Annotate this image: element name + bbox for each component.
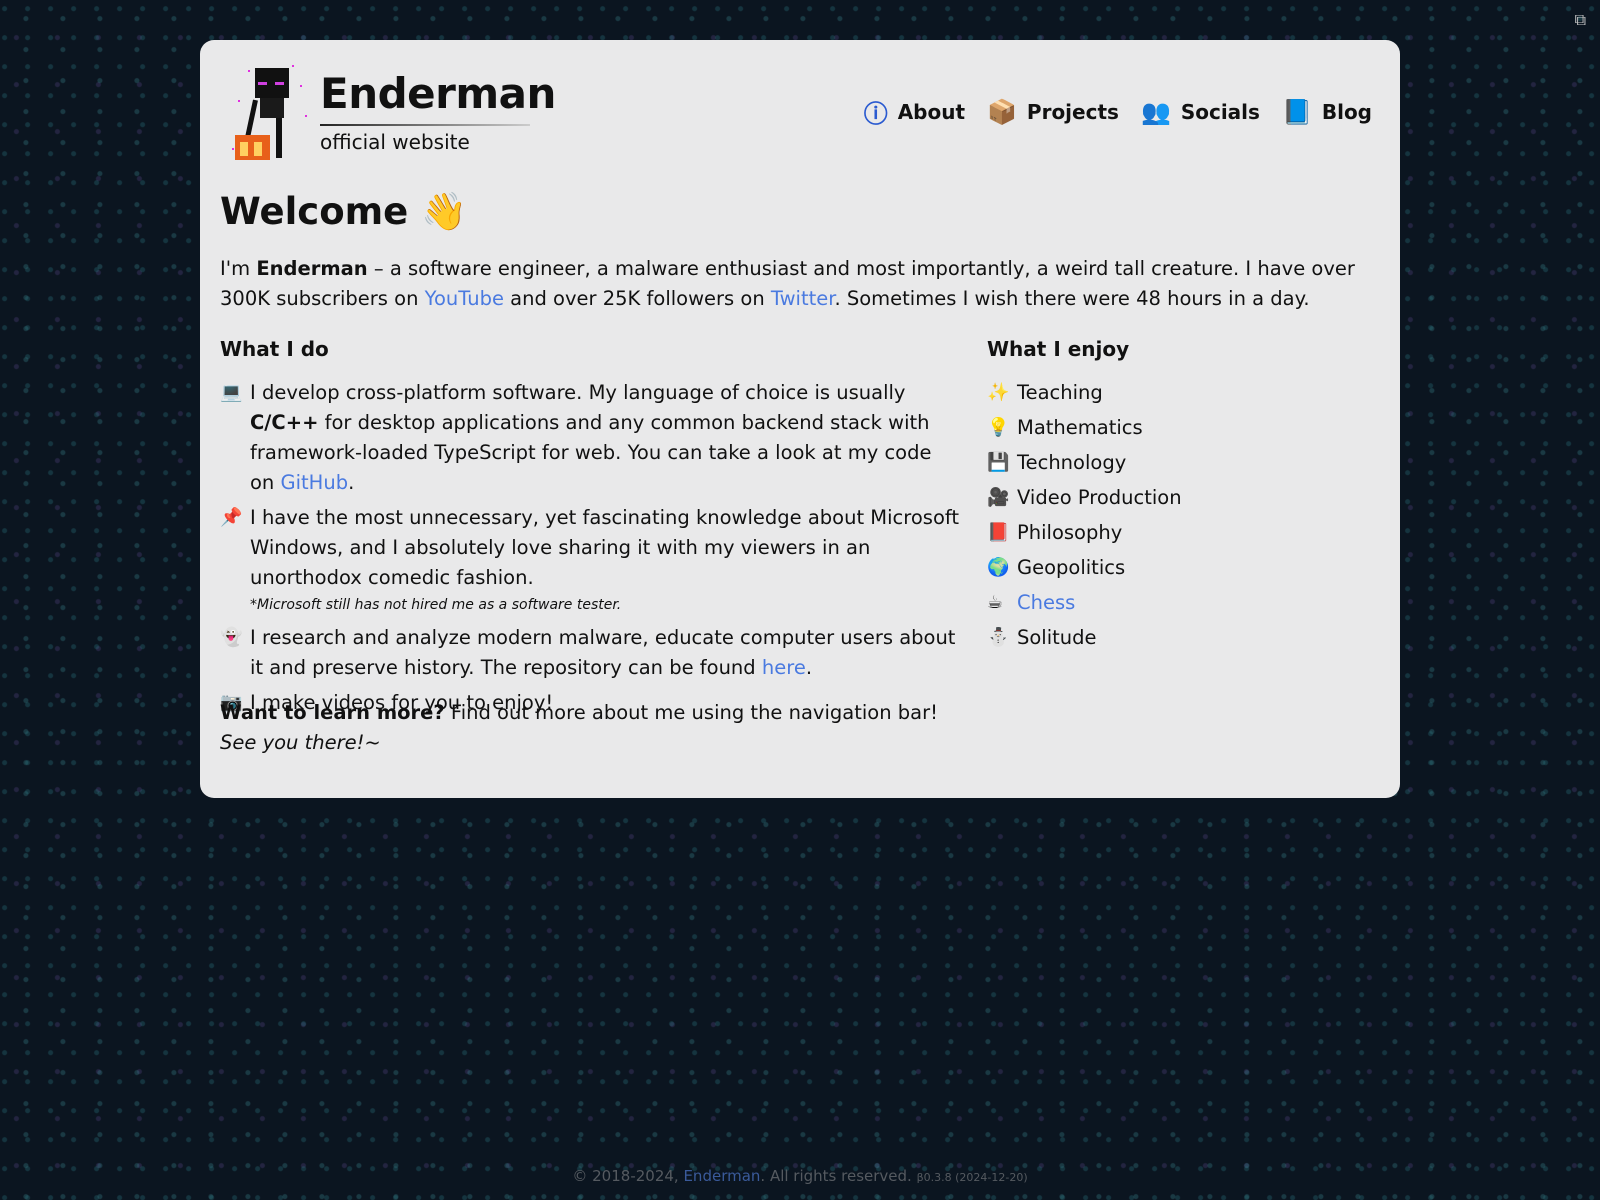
version: β0.3.8 (2024-12-20) bbox=[916, 1171, 1028, 1184]
people-icon: 👥 bbox=[1140, 97, 1171, 126]
twitter-link[interactable]: Twitter bbox=[771, 287, 835, 310]
nav-socials[interactable]: 👥 Socials bbox=[1141, 98, 1260, 126]
nav-about[interactable]: ⓘ About bbox=[864, 94, 965, 129]
t: . bbox=[805, 656, 813, 679]
enjoy-item: 📕 Philosophy bbox=[987, 518, 1367, 548]
waving-hand-icon: 👋 bbox=[421, 190, 468, 233]
site-title[interactable]: Enderman bbox=[320, 66, 556, 122]
footer-enderman-link[interactable]: Enderman bbox=[683, 1167, 760, 1185]
laptop-icon: 💻 bbox=[220, 382, 243, 403]
navigation-bar: ⓘ About 📦 Projects 👥 Socials 📘 Blog bbox=[864, 94, 1372, 129]
emoji-icon: 🌍 bbox=[987, 557, 1010, 578]
enjoy-item: 🌍 Geopolitics bbox=[987, 553, 1367, 583]
ghost-icon: 👻 bbox=[220, 627, 243, 648]
list-item: 📌 I have the most unnecessary, yet fascin… bbox=[220, 503, 960, 593]
enjoy-label: Teaching bbox=[1017, 381, 1103, 404]
emoji-icon: 🎥 bbox=[987, 487, 1010, 508]
outro-signoff: See you there!~ bbox=[220, 731, 381, 754]
t: I develop cross-platform software. My la… bbox=[250, 381, 906, 404]
enjoy-item: ✨ Teaching bbox=[987, 378, 1367, 408]
outro-text: Find out more about me using the navigat… bbox=[444, 701, 938, 724]
emoji-icon: ✨ bbox=[987, 382, 1010, 403]
t: I'm bbox=[220, 257, 257, 280]
emoji-icon: ⛄ bbox=[987, 627, 1010, 648]
title-divider bbox=[320, 124, 530, 126]
outro-bold: Want to learn more? bbox=[220, 701, 445, 724]
outro: Want to learn more? Find out more about … bbox=[220, 698, 938, 758]
nav-blog[interactable]: 📘 Blog bbox=[1282, 98, 1372, 126]
copyright: © 2018-2024, bbox=[572, 1167, 684, 1185]
emoji-icon: 💡 bbox=[987, 417, 1010, 438]
what-i-do-heading: What I do bbox=[220, 337, 329, 361]
enjoy-label: Mathematics bbox=[1017, 416, 1143, 439]
nav-projects[interactable]: 📦 Projects bbox=[987, 98, 1119, 126]
item-text: I have the most unnecessary, yet fascina… bbox=[250, 506, 960, 589]
welcome-heading: Welcome 👋 bbox=[220, 190, 467, 234]
pushpin-icon: 📌 bbox=[220, 507, 243, 528]
emoji-icon: 📕 bbox=[987, 522, 1010, 543]
what-i-enjoy-heading: What I enjoy bbox=[987, 337, 1130, 361]
enjoy-item: ⛄ Solitude bbox=[987, 623, 1367, 653]
youtube-link[interactable]: YouTube bbox=[425, 287, 504, 310]
enjoy-label: Technology bbox=[1017, 451, 1127, 474]
item-text: I research and analyze modern malware, e… bbox=[250, 623, 960, 683]
intro-paragraph: I'm Enderman – a software engineer, a ma… bbox=[220, 254, 1385, 314]
nav-socials-label: Socials bbox=[1180, 99, 1260, 124]
name: Enderman bbox=[256, 257, 368, 280]
nav-blog-label: Blog bbox=[1321, 99, 1372, 124]
footnote: *Microsoft still has not hired me as a s… bbox=[250, 597, 622, 613]
main-card: Enderman official website ⓘ About 📦 Projec… bbox=[200, 40, 1400, 798]
emoji-icon: 💾 bbox=[987, 452, 1010, 473]
nav-projects-label: Projects bbox=[1026, 99, 1119, 124]
site-subtitle: official website bbox=[320, 130, 470, 154]
footer: © 2018-2024, Enderman. All rights reserv… bbox=[0, 1167, 1600, 1185]
enjoy-item[interactable]: ☕ Chess bbox=[987, 588, 1367, 618]
repository-link[interactable]: here bbox=[762, 656, 806, 679]
enjoy-label: Video Production bbox=[1017, 486, 1182, 509]
what-i-enjoy-section: What I enjoy ✨ Teaching 💡 Mathematics 💾 Techn… bbox=[987, 334, 1367, 658]
translate-icon[interactable]: ⧉ bbox=[1575, 10, 1586, 30]
enjoy-item: 🎥 Video Production bbox=[987, 483, 1367, 513]
emoji-icon: ☕ bbox=[987, 592, 1004, 613]
enjoy-label: Philosophy bbox=[1017, 521, 1123, 544]
enjoy-item: 💾 Technology bbox=[987, 448, 1367, 478]
enjoy-item: 💡 Mathematics bbox=[987, 413, 1367, 443]
github-link[interactable]: GitHub bbox=[281, 471, 349, 494]
rights: . All rights reserved. bbox=[760, 1167, 912, 1185]
t: C/C++ bbox=[250, 411, 319, 434]
list-item: 👻 I research and analyze modern malware, … bbox=[220, 623, 960, 683]
list-item: 💻 I develop cross-platform software. My l… bbox=[220, 378, 960, 498]
enderman-logo bbox=[232, 65, 307, 160]
item-text: I develop cross-platform software. My la… bbox=[250, 378, 960, 498]
info-icon: ⓘ bbox=[863, 100, 888, 128]
welcome-text: Welcome bbox=[220, 190, 409, 233]
t: . bbox=[348, 471, 355, 494]
book-icon: 📘 bbox=[1281, 97, 1312, 126]
nav-about-label: About bbox=[897, 99, 966, 124]
enjoy-label: Solitude bbox=[1017, 626, 1097, 649]
package-icon: 📦 bbox=[987, 97, 1017, 126]
enjoy-label: Geopolitics bbox=[1017, 556, 1126, 579]
t: . Sometimes I wish there were 48 hours i… bbox=[834, 287, 1310, 310]
what-i-do-section: What I do 💻 I develop cross-platform soft… bbox=[220, 334, 960, 723]
t: I research and analyze modern malware, e… bbox=[250, 626, 956, 679]
t: and over 25K followers on bbox=[503, 287, 771, 310]
enjoy-label[interactable]: Chess bbox=[1017, 588, 1075, 618]
